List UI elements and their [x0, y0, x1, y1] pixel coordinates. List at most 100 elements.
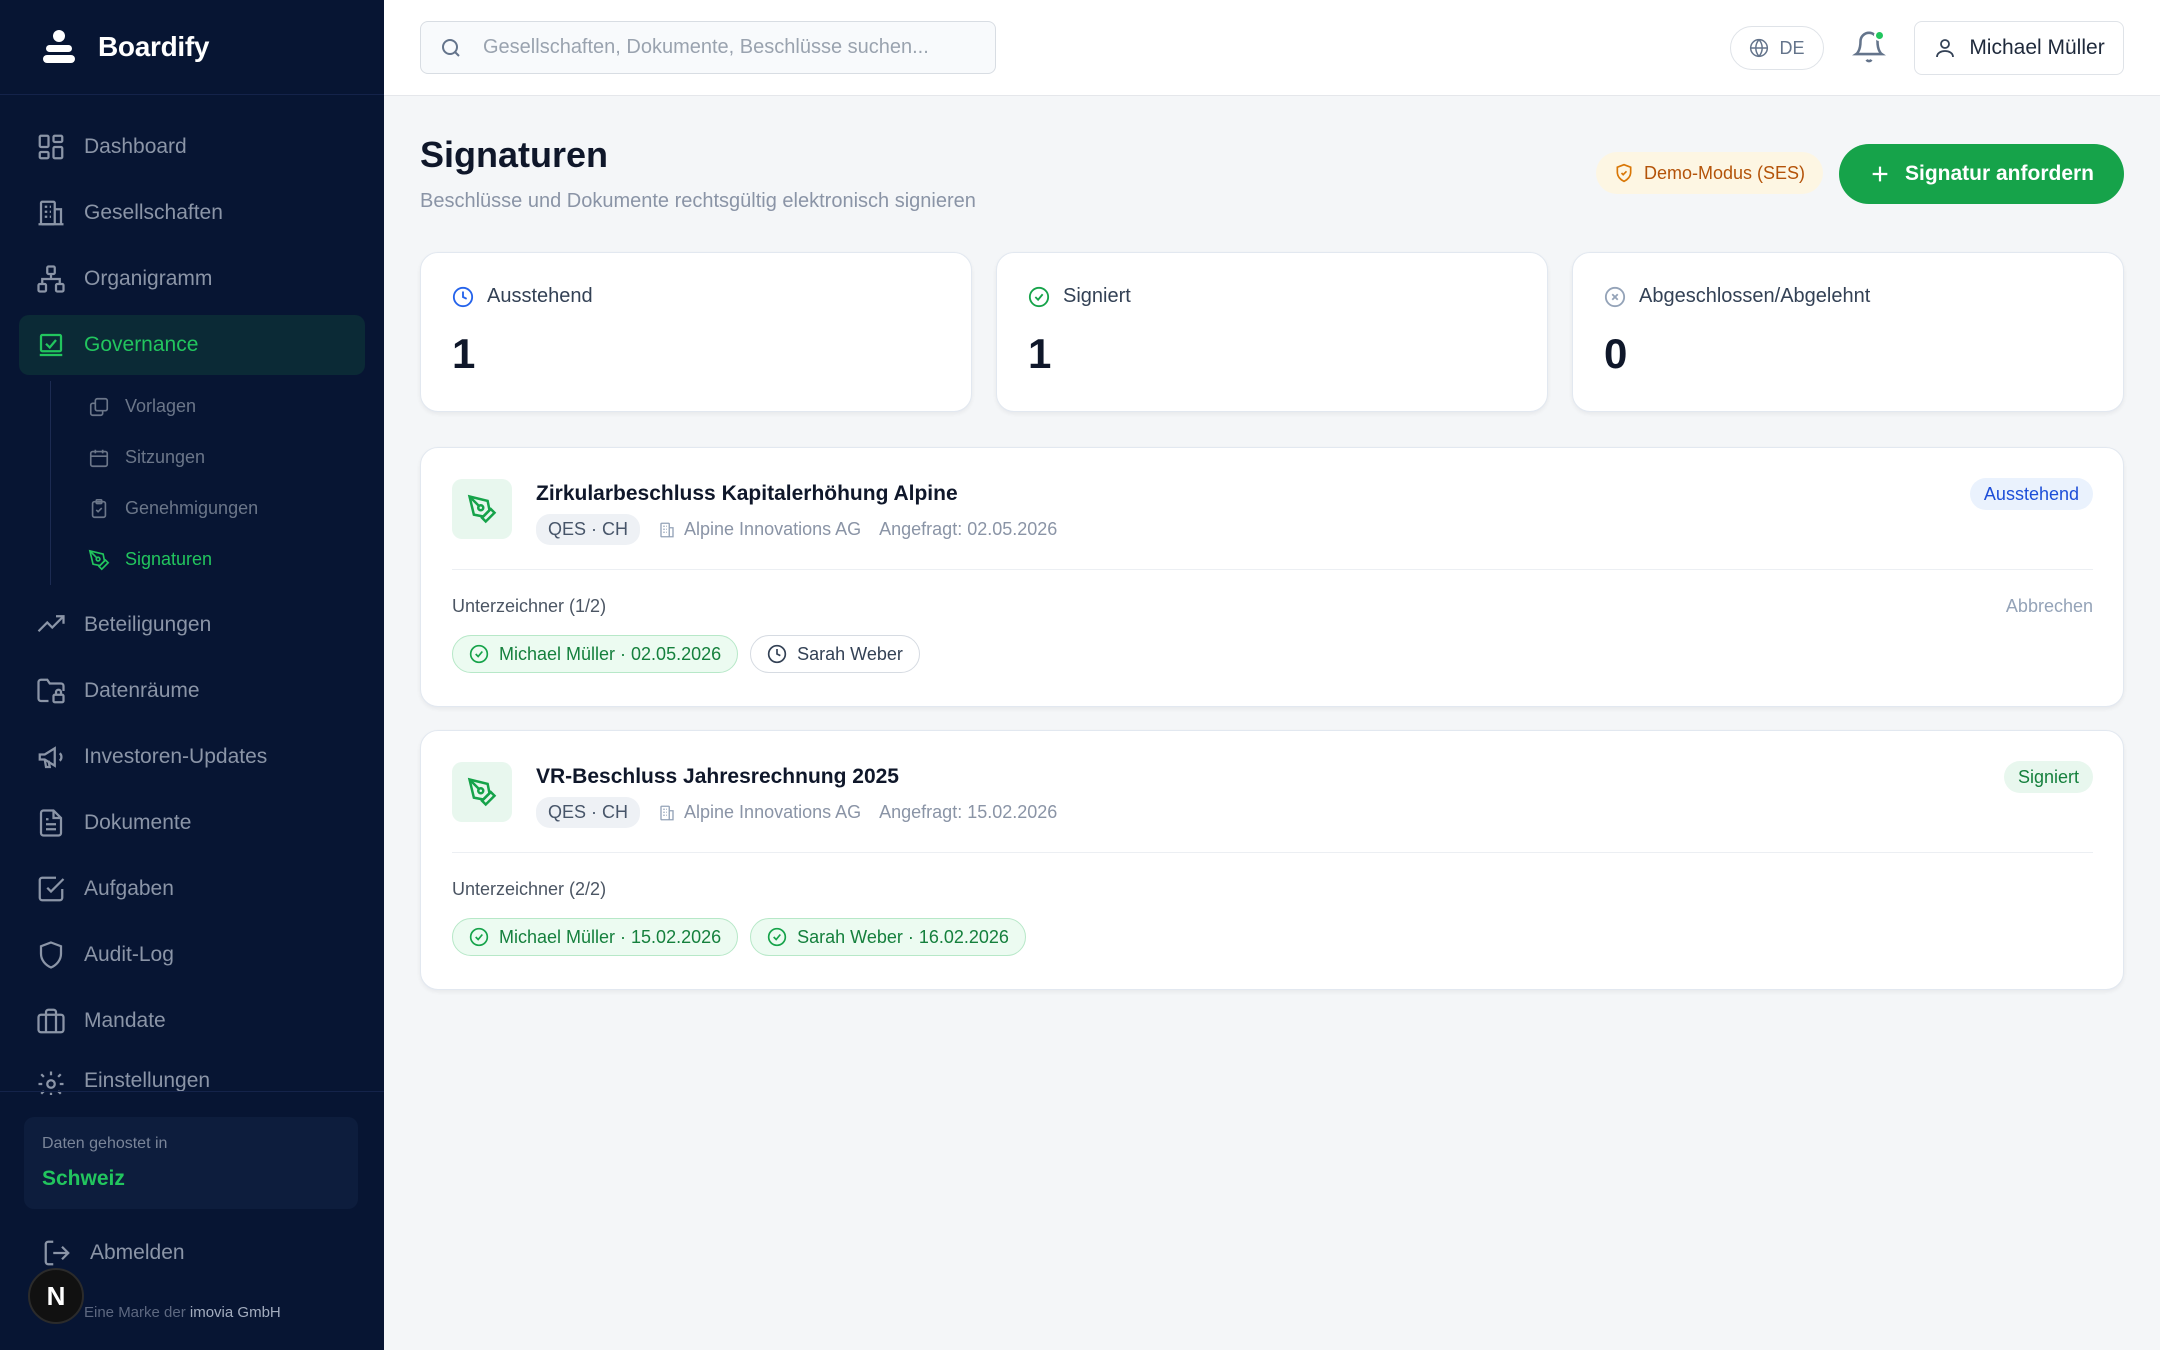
- sidebar-item-label: Gesellschaften: [84, 201, 223, 224]
- stat-label: Signiert: [1063, 285, 1131, 307]
- card-divider: [452, 569, 2093, 570]
- stat-card-pending: Ausstehend 1: [420, 252, 972, 412]
- stat-value: 1: [452, 330, 476, 377]
- subnav-item-label: Signaturen: [125, 549, 213, 569]
- sidebar-item-datenraeume[interactable]: Datenräume: [19, 661, 365, 721]
- brand-note: Eine Marke der imovia GmbH: [84, 1304, 281, 1321]
- demo-mode-label: Demo-Modus (SES): [1644, 162, 1806, 183]
- building-icon: [660, 805, 674, 820]
- signature-type-tag: QES · CH: [536, 514, 641, 545]
- status-badge: Ausstehend: [1969, 478, 2093, 510]
- request-signature-label: Signatur anfordern: [1904, 162, 2094, 185]
- sidebar-item-label: Governance: [84, 333, 199, 356]
- card-divider: [452, 852, 2093, 853]
- subnav-item-sitzungen[interactable]: Sitzungen: [51, 432, 365, 483]
- sidebar-item-beteiligungen[interactable]: Beteiligungen: [19, 595, 365, 655]
- sidebar-item-label: Investoren-Updates: [84, 745, 268, 768]
- subnav-item-vorlagen[interactable]: Vorlagen: [51, 381, 365, 432]
- signer-chip-pending: Sarah Weber: [750, 635, 920, 673]
- stat-value: 0: [1604, 330, 1628, 377]
- briefcase-icon: [37, 1008, 65, 1034]
- sidebar-item-dokumente[interactable]: Dokumente: [19, 793, 365, 853]
- clipboard-check-icon: [91, 498, 107, 518]
- language-switcher[interactable]: DE: [1730, 26, 1824, 70]
- brand[interactable]: Boardify: [0, 0, 384, 95]
- search-bar[interactable]: [420, 21, 996, 74]
- sidebar-item-governance[interactable]: Governance: [19, 315, 365, 375]
- stat-label: Abgeschlossen/Abgelehnt: [1639, 285, 1871, 307]
- request-meta: QES · CH Alpine Innovations AG Angefragt…: [536, 514, 1057, 545]
- stat-value: 1: [1028, 330, 1052, 377]
- checkbox-icon: [38, 876, 65, 902]
- shield-check-icon: [1616, 163, 1632, 183]
- sidebar-item-einstellungen[interactable]: Einstellungen: [19, 1057, 365, 1095]
- clock-icon: [767, 644, 787, 664]
- dev-badge[interactable]: N: [28, 1268, 84, 1324]
- sidebar: Boardify Dashboard Gesellschaften Organi…: [0, 0, 384, 1350]
- signer-chip-signed: Michael Müller · 02.05.2026: [452, 635, 739, 673]
- subnav-item-genehmigungen[interactable]: Genehmigungen: [51, 483, 365, 534]
- logout-icon: [44, 1240, 70, 1266]
- signature-type-tag: QES · CH: [536, 797, 641, 828]
- hosting-value: Schweiz: [42, 1167, 125, 1190]
- sidebar-item-gesellschaften[interactable]: Gesellschaften: [19, 183, 365, 243]
- org-chart-icon: [37, 265, 65, 293]
- check-circle-icon: [469, 927, 489, 947]
- clock-icon: [452, 286, 474, 307]
- request-company: Alpine Innovations AG: [658, 519, 861, 540]
- dashboard-icon: [38, 134, 64, 160]
- hosting-info: Daten gehostet in Schweiz: [24, 1117, 358, 1209]
- sidebar-item-organigramm[interactable]: Organigramm: [19, 249, 365, 309]
- stat-card-signed: Signiert 1: [996, 252, 1548, 412]
- logout-label: Abmelden: [90, 1241, 185, 1264]
- search-icon: [442, 38, 460, 57]
- request-company: Alpine Innovations AG: [658, 802, 861, 823]
- stat-label: Ausstehend: [487, 285, 593, 307]
- copy-icon: [89, 397, 109, 416]
- company-name: Alpine Innovations AG: [684, 519, 862, 539]
- user-menu-button[interactable]: Michael Müller: [1914, 21, 2124, 75]
- request-signature-button[interactable]: Signatur anfordern: [1839, 144, 2124, 204]
- megaphone-icon: [38, 746, 63, 769]
- sidebar-item-label: Aufgaben: [84, 877, 174, 900]
- logout-button[interactable]: Abmelden: [42, 1238, 185, 1268]
- signer-text: Michael Müller · 15.02.2026: [499, 926, 722, 947]
- sidebar-item-label: Dashboard: [84, 135, 187, 158]
- subnav-item-label: Genehmigungen: [125, 498, 259, 518]
- brand-note-company: imovia GmbH: [189, 1304, 281, 1321]
- pen-icon: [467, 777, 497, 807]
- sidebar-item-label: Beteiligungen: [84, 613, 212, 636]
- sidebar-item-investoren-updates[interactable]: Investoren-Updates: [19, 727, 365, 787]
- company-name: Alpine Innovations AG: [684, 802, 862, 822]
- user-icon: [1936, 39, 1955, 58]
- signers-label: Unterzeichner (1/2): [452, 596, 607, 616]
- signer-text: Michael Müller · 02.05.2026: [499, 643, 722, 664]
- cancel-button[interactable]: Abbrechen: [2006, 596, 2093, 617]
- signature-request-card[interactable]: VR-Beschluss Jahresrechnung 2025 QES · C…: [420, 730, 2124, 990]
- check-circle-icon: [1028, 286, 1050, 307]
- signature-card-icon: [452, 762, 512, 822]
- trending-up-icon: [37, 615, 65, 633]
- folder-lock-icon: [37, 678, 65, 704]
- subnav-item-label: Sitzungen: [125, 447, 206, 467]
- sidebar-divider: [0, 1091, 384, 1092]
- building-icon: [38, 200, 64, 226]
- sidebar-item-audit-log[interactable]: Audit-Log: [19, 925, 365, 985]
- brand-name: Boardify: [98, 31, 210, 62]
- brand-note-prefix: Eine Marke der: [84, 1304, 186, 1321]
- search-input[interactable]: [483, 36, 963, 59]
- demo-mode-badge: Demo-Modus (SES): [1596, 152, 1824, 194]
- pen-icon: [88, 549, 110, 570]
- sidebar-item-label: Dokumente: [84, 811, 192, 834]
- sidebar-item-mandate[interactable]: Mandate: [19, 991, 365, 1051]
- signature-request-card[interactable]: Zirkularbeschluss Kapitalerhöhung Alpine…: [420, 447, 2124, 707]
- subnav-item-signaturen[interactable]: Signaturen: [51, 534, 365, 585]
- request-meta: QES · CH Alpine Innovations AG Angefragt…: [536, 797, 1057, 828]
- calendar-icon: [89, 449, 109, 467]
- shield-icon: [39, 941, 63, 969]
- sidebar-item-label: Mandate: [84, 1009, 166, 1032]
- sidebar-item-dashboard[interactable]: Dashboard: [19, 117, 365, 177]
- check-circle-icon: [767, 927, 787, 947]
- governance-icon: [39, 333, 63, 357]
- sidebar-item-aufgaben[interactable]: Aufgaben: [19, 859, 365, 919]
